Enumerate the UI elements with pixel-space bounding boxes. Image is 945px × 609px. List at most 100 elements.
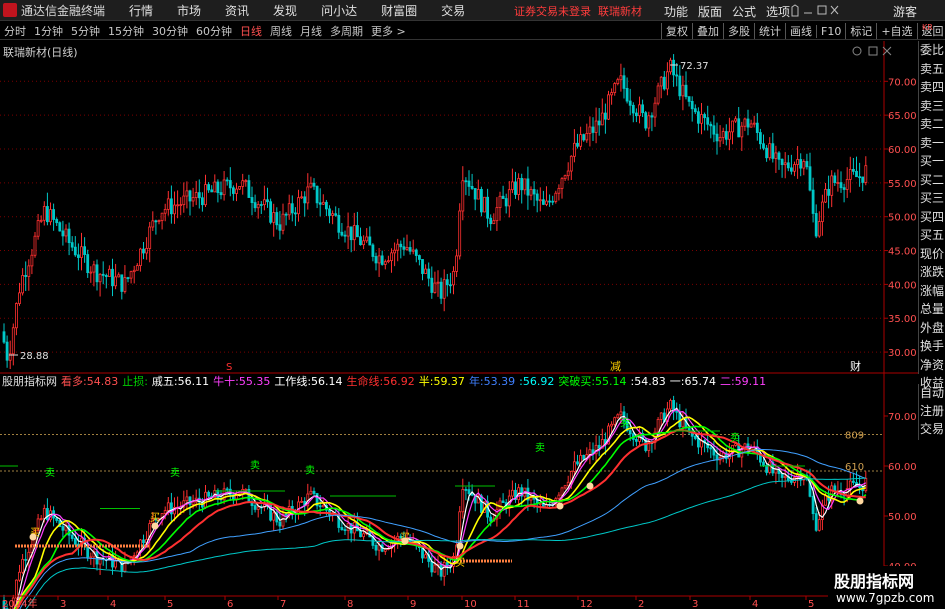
menu-trade[interactable]: 交易 bbox=[427, 2, 475, 19]
candle-body bbox=[743, 118, 747, 127]
candle-body bbox=[36, 220, 40, 237]
candle-body bbox=[833, 175, 837, 183]
tab-timeshare[interactable]: 分时 bbox=[0, 23, 30, 39]
candle-body bbox=[399, 243, 403, 248]
sub-candle-body bbox=[635, 439, 638, 442]
close-icon[interactable] bbox=[830, 5, 839, 15]
menu-news[interactable]: 资讯 bbox=[211, 2, 259, 19]
quote-field-label: 外盘 bbox=[920, 320, 945, 335]
sub-candle-body bbox=[362, 533, 366, 538]
tab-1min[interactable]: 1分钟 bbox=[30, 23, 67, 39]
trade-panel-item[interactable]: 交易 bbox=[919, 420, 945, 438]
login-warning-text[interactable]: 证券交易未登录 bbox=[514, 5, 591, 18]
main-chart-title: 联瑞新材(日线) bbox=[3, 46, 78, 59]
trade-panel-item[interactable]: 自动 bbox=[919, 384, 945, 402]
menu-market[interactable]: 市场 bbox=[163, 2, 211, 19]
settings-icon[interactable] bbox=[852, 46, 862, 56]
tab-more[interactable]: 更多 > bbox=[367, 23, 410, 39]
login-warning[interactable]: 证券交易未登录 联瑞新材 bbox=[514, 3, 642, 19]
tab-weekly[interactable]: 周线 bbox=[266, 23, 296, 39]
kr-badge: KR bbox=[922, 23, 933, 32]
maximize-icon[interactable] bbox=[817, 5, 827, 15]
sub-candle-body bbox=[142, 539, 145, 544]
candle-body bbox=[188, 190, 192, 202]
trade-panel-item[interactable]: 注册 bbox=[919, 402, 945, 420]
indicator-name[interactable]: 股朋指标网 bbox=[2, 373, 57, 389]
candle-body bbox=[334, 213, 338, 216]
candle-body bbox=[765, 147, 768, 159]
candle-body bbox=[796, 159, 799, 165]
candle-body bbox=[731, 120, 734, 133]
menu-wealth[interactable]: 财富圈 bbox=[367, 2, 427, 19]
menu-formula[interactable]: 公式 bbox=[732, 3, 756, 20]
kline-chart[interactable]: 70.00 65.00 60.00 55.00 50.00 45.00 40.00 35.00… bbox=[0, 41, 918, 609]
candle-body bbox=[542, 199, 545, 205]
menu-function[interactable]: 功能 bbox=[664, 3, 688, 20]
x-tick-label: 9 bbox=[410, 599, 416, 609]
overlay-button[interactable]: 叠加 bbox=[692, 23, 723, 39]
legend-item: 戚五:56.11 bbox=[151, 375, 210, 388]
tab-multi-period[interactable]: 多周期 bbox=[326, 23, 367, 39]
tab-5min[interactable]: 5分钟 bbox=[67, 23, 104, 39]
candle-body bbox=[690, 100, 694, 110]
candle-body bbox=[545, 200, 548, 205]
candle-body bbox=[749, 123, 753, 128]
candle-body bbox=[343, 234, 347, 237]
sub-candle-body bbox=[560, 487, 564, 496]
candle-body bbox=[532, 189, 536, 195]
candle-body bbox=[145, 248, 149, 254]
menu-discover[interactable]: 发现 bbox=[259, 2, 307, 19]
shirt-icon[interactable] bbox=[791, 4, 799, 17]
tab-60min[interactable]: 60分钟 bbox=[192, 23, 236, 39]
sub-candle-body bbox=[55, 517, 59, 521]
quote-field-label: 卖二 bbox=[920, 117, 945, 131]
sub-candle-body bbox=[166, 502, 170, 512]
menu-ask[interactable]: 问小达 bbox=[307, 2, 367, 19]
app-logo-icon bbox=[3, 3, 17, 17]
candle-body bbox=[117, 274, 121, 278]
tab-daily[interactable]: 日线 bbox=[236, 23, 266, 39]
quote-field-label: 换手 bbox=[920, 339, 945, 353]
guest-user[interactable]: 游客 bbox=[893, 3, 917, 20]
tab-30min[interactable]: 30分钟 bbox=[148, 23, 192, 39]
add-watchlist-button[interactable]: +自选 bbox=[876, 23, 916, 39]
tab-15min[interactable]: 15分钟 bbox=[104, 23, 148, 39]
close-pane-icon[interactable] bbox=[882, 46, 892, 56]
draw-line-button[interactable]: 画线 bbox=[785, 23, 816, 39]
candle-body bbox=[95, 264, 99, 283]
signal-dot bbox=[556, 502, 564, 510]
sub-candle-body bbox=[343, 529, 347, 532]
signal-dot bbox=[856, 497, 864, 505]
multi-stock-button[interactable]: 多股 bbox=[723, 23, 754, 39]
adjust-button[interactable]: 复权 bbox=[661, 23, 692, 39]
sub-candle-body bbox=[489, 516, 493, 522]
menu-layout[interactable]: 版面 bbox=[698, 3, 722, 20]
sell-signal-label: 卖 bbox=[250, 460, 260, 472]
candle-body bbox=[173, 204, 176, 215]
menu-quotes[interactable]: 行情 bbox=[115, 2, 163, 19]
candle-body bbox=[355, 225, 359, 238]
expand-icon[interactable] bbox=[868, 46, 878, 56]
candle-body bbox=[700, 114, 703, 124]
sub-candle-body bbox=[464, 489, 468, 491]
candle-body bbox=[501, 195, 505, 199]
quote-field-label: 委比 bbox=[920, 43, 945, 57]
menu-options[interactable]: 选项 bbox=[766, 3, 790, 20]
candle-body bbox=[222, 179, 226, 196]
candle-body bbox=[303, 196, 307, 204]
f10-button[interactable]: F10 bbox=[816, 24, 845, 38]
candle-body bbox=[684, 84, 688, 98]
x-tick-label: 10 bbox=[464, 599, 477, 609]
mark-button[interactable]: 标记 bbox=[845, 23, 876, 39]
candle-body bbox=[610, 92, 613, 96]
candle-body bbox=[821, 201, 824, 222]
candle-body bbox=[359, 236, 362, 246]
candle-body bbox=[18, 292, 21, 304]
statistics-button[interactable]: 统计 bbox=[754, 23, 785, 39]
tab-monthly[interactable]: 月线 bbox=[296, 23, 326, 39]
sub-candle-body bbox=[498, 500, 502, 510]
sub-candle-body bbox=[461, 489, 465, 513]
quote-field-label: 买五 bbox=[920, 228, 945, 242]
candle-body bbox=[204, 184, 207, 206]
sell-signal-label: 卖 bbox=[730, 432, 740, 444]
